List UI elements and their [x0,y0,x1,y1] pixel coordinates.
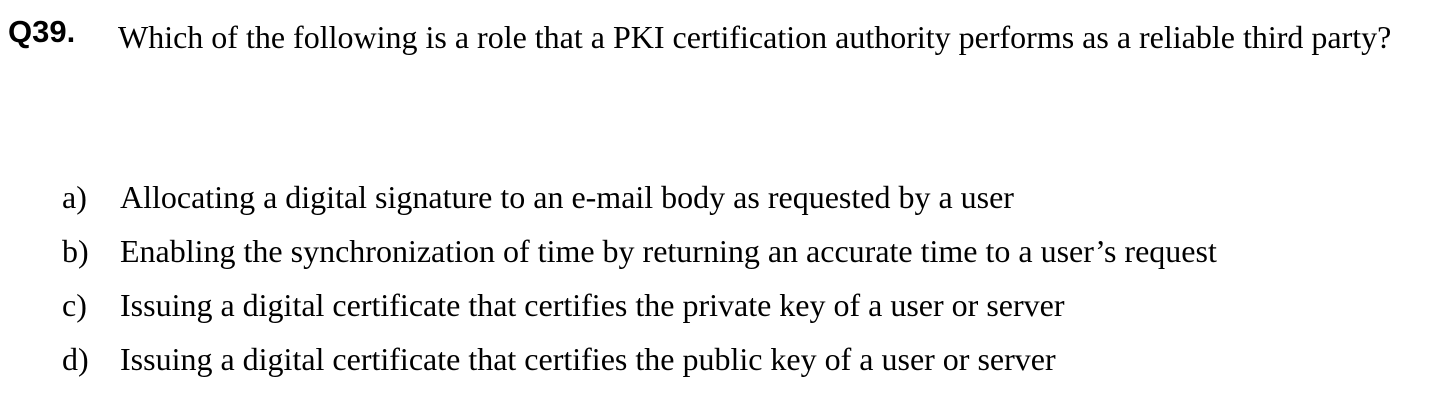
option-text: Issuing a digital certificate that certi… [120,341,1056,377]
option-text: Enabling the synchronization of time by … [120,233,1217,269]
option-text: Issuing a digital certificate that certi… [120,287,1065,323]
option-letter: d) [62,341,89,377]
question-block: Q39. Which of the following is a role th… [0,0,1450,407]
question-text: Which of the following is a role that a … [118,19,1392,55]
question-number: Q39. [8,14,76,49]
option-letter: c) [62,287,87,323]
option-letter: a) [62,179,87,215]
option-letter: b) [62,233,89,269]
option-text: Allocating a digital signature to an e-m… [120,179,1014,215]
